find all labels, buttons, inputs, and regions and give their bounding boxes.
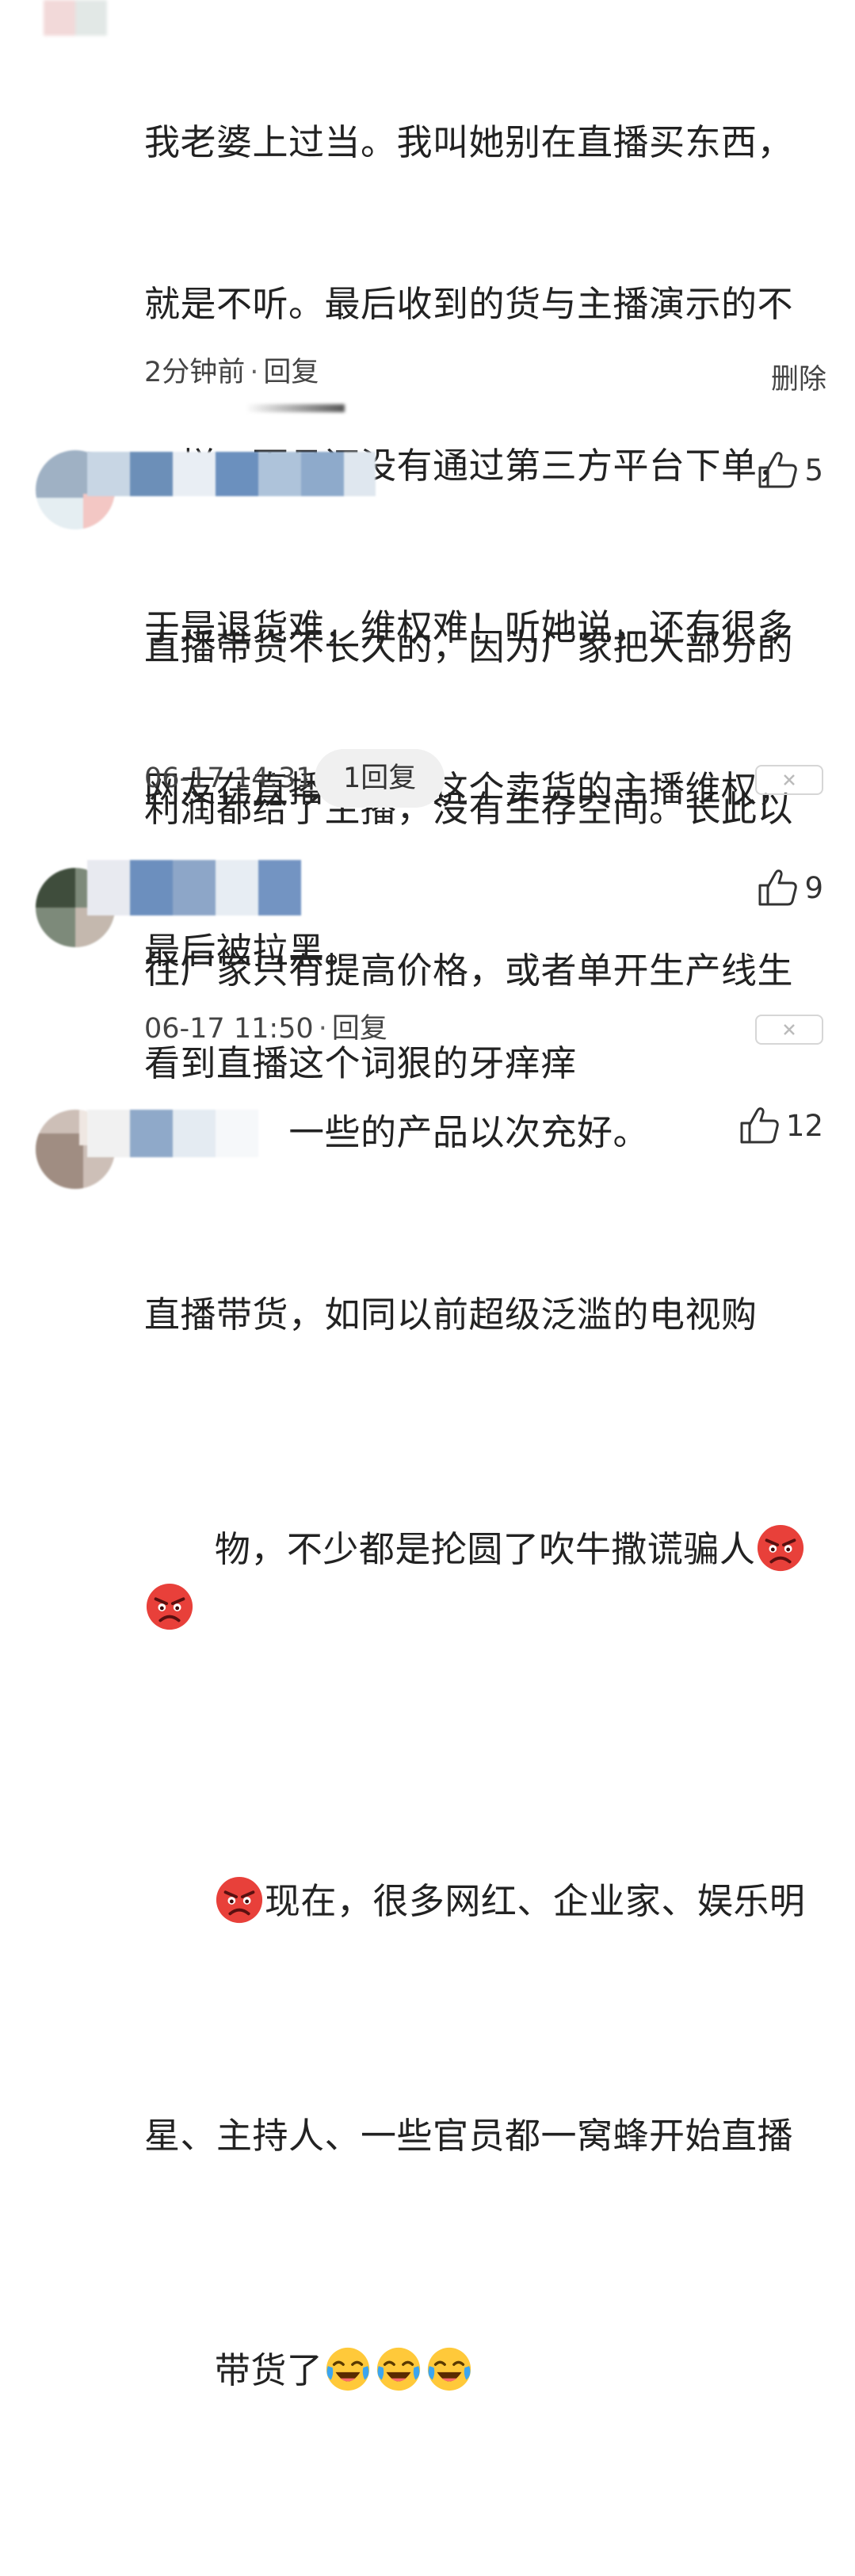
comment-meta: 2分钟前 · 回复	[144, 357, 319, 388]
angry-face-icon	[216, 1876, 262, 1924]
divider	[246, 404, 345, 412]
comment-text: 看到直播这个词狠的牙痒痒	[144, 1042, 578, 1084]
like-count: 5	[804, 453, 823, 487]
crying-laughing-face-icon	[428, 2347, 471, 2391]
like-button[interactable]: 5	[757, 450, 823, 490]
comment-text: 直播带货，如同以前超级泛滥的电视购 物，不少都是抡圆了吹牛撒谎骗人 现在，很多网…	[144, 1168, 826, 2576]
like-button[interactable]: 12	[739, 1106, 823, 1145]
separator: ·	[250, 357, 259, 388]
close-icon	[784, 774, 795, 785]
like-count: 12	[785, 1108, 823, 1143]
crying-laughing-face-icon	[326, 2347, 370, 2391]
reply-link[interactable]: 回复	[332, 1013, 387, 1045]
thumbs-up-icon	[758, 452, 798, 488]
dismiss-button[interactable]	[755, 765, 823, 795]
thumbs-up-icon	[740, 1107, 779, 1144]
timestamp: 2分钟前	[144, 357, 246, 388]
username-blurred[interactable]	[87, 860, 325, 915]
comment-meta: 06-17 14:31·	[144, 762, 332, 794]
avatar-blurred[interactable]	[44, 0, 107, 36]
separator: ·	[318, 1013, 327, 1045]
replies-button[interactable]: 1回复	[315, 749, 445, 808]
like-count: 9	[804, 870, 823, 905]
angry-face-icon	[146, 1583, 193, 1630]
crying-laughing-face-icon	[377, 2347, 421, 2391]
thumbs-up-icon	[758, 869, 798, 906]
timestamp: 06-17 14:31	[144, 762, 314, 794]
comment-meta: 06-17 11:50 · 回复	[144, 1013, 387, 1045]
delete-button[interactable]: 删除	[771, 357, 826, 397]
timestamp: 06-17 11:50	[144, 1013, 314, 1045]
angry-face-icon	[758, 1524, 804, 1572]
username-blurred[interactable]	[87, 1110, 290, 1157]
reply-link[interactable]: 回复	[263, 357, 319, 388]
dismiss-button[interactable]	[755, 1015, 823, 1045]
username-blurred[interactable]	[87, 452, 376, 496]
close-icon	[784, 1024, 795, 1035]
like-button[interactable]: 9	[757, 868, 823, 908]
